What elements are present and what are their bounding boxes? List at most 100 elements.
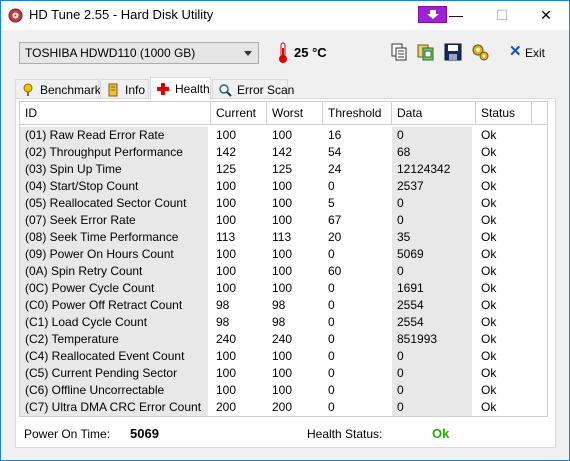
cell-worst: 100	[272, 264, 293, 278]
column-header-status[interactable]: Status	[476, 102, 532, 125]
cell-worst: 113	[272, 230, 292, 244]
cell-id: (C1) Load Cycle Count	[20, 314, 208, 331]
cell-worst: 100	[272, 247, 293, 261]
save-icon[interactable]	[443, 42, 463, 62]
table-row[interactable]: (03) Spin Up Time 125 125 24 12124342 Ok	[20, 161, 547, 178]
table-row[interactable]: (0C) Power Cycle Count 100 100 0 1691 Ok	[20, 280, 547, 297]
table-row[interactable]: (C7) Ultra DMA CRC Error Count 200 200 0 0 Ok	[20, 399, 547, 416]
table-row[interactable]: (0A) Spin Retry Count 100 100 60 0 Ok	[20, 263, 547, 280]
cell-current: 100	[216, 366, 237, 380]
cell-data: 0	[392, 212, 472, 229]
cell-status: Ok	[481, 264, 497, 278]
health-panel: ID Current Worst Threshold Data Status (…	[15, 98, 556, 448]
cell-current: 100	[216, 213, 237, 227]
column-header-data[interactable]: Data	[392, 102, 476, 125]
cell-worst: 100	[272, 128, 293, 142]
maximize-button[interactable]: ☐	[479, 1, 525, 30]
table-row[interactable]: (C4) Reallocated Event Count 100 100 0 0 Ok	[20, 348, 547, 365]
cell-threshold: 0	[328, 400, 335, 414]
cell-status: Ok	[481, 349, 497, 363]
cell-threshold: 60	[328, 264, 342, 278]
cell-status: Ok	[481, 145, 497, 159]
cell-id: (C4) Reallocated Event Count	[20, 348, 208, 365]
tab-health[interactable]: Health	[150, 77, 211, 100]
cell-status: Ok	[481, 400, 497, 414]
cell-id: (01) Raw Read Error Rate	[20, 127, 208, 144]
cell-data: 0	[392, 348, 472, 365]
cell-data: 2554	[392, 314, 472, 331]
cell-threshold: 54	[328, 145, 342, 159]
hd-tune-app-icon	[8, 8, 23, 23]
cell-status: Ok	[481, 179, 497, 193]
cell-id: (0A) Spin Retry Count	[20, 263, 208, 280]
cell-threshold: 0	[328, 281, 335, 295]
table-row[interactable]: (05) Reallocated Sector Count 100 100 5 0 Ok	[20, 195, 547, 212]
cell-current: 100	[216, 264, 237, 278]
cell-status: Ok	[481, 315, 497, 329]
cell-worst: 125	[272, 162, 293, 176]
cell-id: (C5) Current Pending Sector	[20, 365, 208, 382]
cell-current: 125	[216, 162, 237, 176]
drive-select-value: TOSHIBA HDWD110 (1000 GB)	[25, 46, 196, 60]
column-header-current[interactable]: Current	[211, 102, 267, 125]
column-header-threshold[interactable]: Threshold	[323, 102, 392, 125]
cell-data: 0	[392, 382, 472, 399]
table-row[interactable]: (07) Seek Error Rate 100 100 67 0 Ok	[20, 212, 547, 229]
cell-worst: 98	[272, 315, 286, 329]
cell-threshold: 0	[328, 179, 335, 193]
table-row[interactable]: (04) Start/Stop Count 100 100 0 2537 Ok	[20, 178, 547, 195]
tab-info[interactable]: Info	[100, 79, 149, 99]
copy-info-icon[interactable]	[389, 42, 409, 62]
cell-worst: 200	[272, 400, 293, 414]
title-bar[interactable]: HD Tune 2.55 - Hard Disk Utility — ☐ ✕	[1, 1, 569, 30]
cell-threshold: 0	[328, 366, 335, 380]
power-on-time-label: Power On Time:	[24, 427, 111, 441]
column-header-id[interactable]: ID	[20, 102, 211, 125]
close-button[interactable]: ✕	[523, 1, 569, 30]
tab-benchmark-label: Benchmark	[40, 83, 101, 97]
cell-threshold: 0	[328, 315, 335, 329]
smart-attributes-table[interactable]: ID Current Worst Threshold Data Status (…	[19, 101, 548, 417]
tab-error-scan-label: Error Scan	[237, 83, 295, 97]
cell-worst: 142	[272, 145, 293, 159]
cell-id: (07) Seek Error Rate	[20, 212, 208, 229]
cell-status: Ok	[481, 298, 497, 312]
cell-id: (02) Throughput Performance	[20, 144, 208, 161]
minimize-button[interactable]: —	[433, 1, 479, 30]
cell-id: (04) Start/Stop Count	[20, 178, 208, 195]
health-footer: Power On Time: 5069 Health Status: Ok	[16, 419, 555, 447]
table-row[interactable]: (01) Raw Read Error Rate 100 100 16 0 Ok	[20, 127, 547, 144]
cell-worst: 100	[272, 213, 293, 227]
magnifier-icon	[219, 84, 232, 97]
cell-data: 0	[392, 399, 472, 416]
cell-id: (03) Spin Up Time	[20, 161, 208, 178]
exit-icon: ✕	[509, 43, 522, 60]
cell-current: 100	[216, 349, 237, 363]
drive-select[interactable]: TOSHIBA HDWD110 (1000 GB)	[19, 42, 259, 64]
tab-error-scan[interactable]: Error Scan	[212, 79, 294, 99]
table-row[interactable]: (C0) Power Off Retract Count 98 98 0 2554 Ok	[20, 297, 547, 314]
cell-threshold: 67	[328, 213, 342, 227]
cell-threshold: 24	[328, 162, 342, 176]
cell-threshold: 0	[328, 332, 335, 346]
table-row[interactable]: (08) Seek Time Performance 113 113 20 35 Ok	[20, 229, 547, 246]
cell-threshold: 0	[328, 349, 335, 363]
table-row[interactable]: (09) Power On Hours Count 100 100 0 5069 Ok	[20, 246, 547, 263]
cell-threshold: 16	[328, 128, 342, 142]
cell-worst: 100	[272, 281, 293, 295]
cell-status: Ok	[481, 162, 497, 176]
table-row[interactable]: (C6) Offline Uncorrectable 100 100 0 0 Ok	[20, 382, 547, 399]
options-icon[interactable]	[470, 42, 490, 62]
table-row[interactable]: (02) Throughput Performance 142 142 54 68 Ok	[20, 144, 547, 161]
table-row[interactable]: (C5) Current Pending Sector 100 100 0 0 Ok	[20, 365, 547, 382]
cell-current: 100	[216, 179, 237, 193]
tab-benchmark[interactable]: Benchmark	[15, 79, 101, 99]
cell-status: Ok	[481, 128, 497, 142]
table-row[interactable]: (C1) Load Cycle Count 98 98 0 2554 Ok	[20, 314, 547, 331]
toolbar: TOSHIBA HDWD110 (1000 GB) 25 °C ✕ Exit	[1, 31, 569, 75]
cell-status: Ok	[481, 366, 497, 380]
column-header-worst[interactable]: Worst	[267, 102, 323, 125]
table-row[interactable]: (C2) Temperature 240 240 0 851993 Ok	[20, 331, 547, 348]
copy-screen-icon[interactable]	[416, 42, 436, 62]
chevron-down-icon	[244, 51, 252, 56]
